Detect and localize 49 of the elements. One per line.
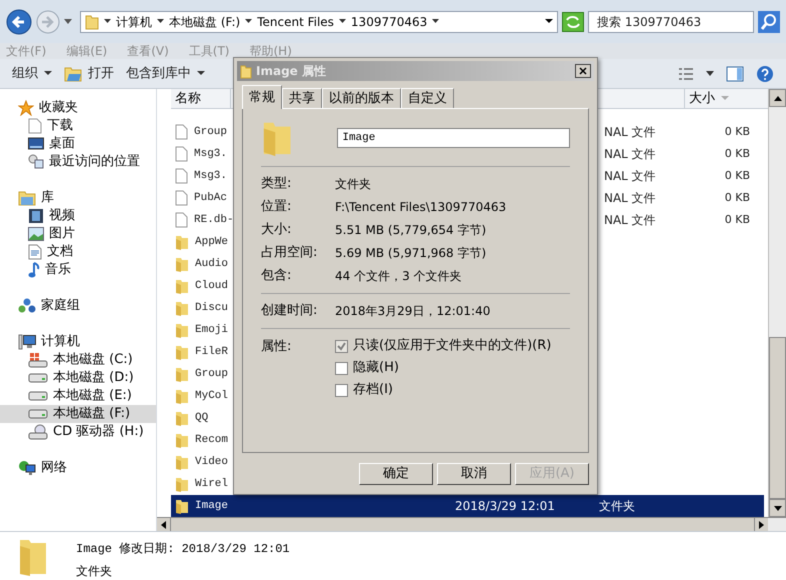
checkbox-label: 只读(仅应用于文件夹中的文件)(R) [353, 337, 552, 356]
file-name: FileR [195, 344, 230, 360]
file-type: NAL 文件 [604, 124, 657, 141]
file-date: 2018/3/29 12:01 [455, 498, 556, 515]
file-type: 文件夹 [599, 498, 636, 515]
file-name: PubAc [194, 190, 228, 206]
property-label: 占用空间: [261, 244, 318, 262]
checkbox-label: 隐藏(H) [353, 359, 399, 378]
file-size: 0 KB [724, 190, 750, 206]
file-name: Recom [195, 432, 230, 448]
property-label: 大小: [261, 221, 292, 240]
property-value: 5.51 MB (5,779,654 字节) [335, 222, 486, 239]
checkbox-label: 存档(I) [353, 381, 393, 400]
file-type: NAL 文件 [604, 168, 657, 185]
file-type: NAL 文件 [604, 212, 657, 229]
property-label: 属性: [261, 338, 292, 355]
file-name: MyCol [195, 388, 230, 404]
file-name: Group [194, 124, 228, 140]
property-value: 文件夹 [335, 176, 371, 193]
file-name: Cloud [195, 278, 230, 294]
property-value: 5.69 MB (5,971,968 字节) [335, 245, 486, 262]
property-label: 包含: [261, 267, 292, 286]
file-size: 0 KB [724, 146, 750, 162]
file-type: NAL 文件 [604, 146, 657, 163]
file-type: NAL 文件 [604, 190, 657, 207]
file-size: 0 KB [724, 212, 750, 228]
file-name: Discu [195, 300, 230, 316]
file-name: Image [195, 498, 230, 514]
file-name: Msg3. [194, 146, 228, 162]
file-name: Msg3. [194, 168, 228, 184]
details-subtitle: 文件夹 [76, 563, 113, 580]
property-value: 44 个文件，3 个文件夹 [335, 268, 462, 285]
file-size: 0 KB [724, 168, 750, 184]
details-title: Image 修改日期: 2018/3/29 12:01 [76, 541, 290, 558]
property-value: 2018年3月29日，12:01:40 [335, 303, 490, 320]
property-label: 创建时间: [261, 302, 318, 320]
file-name: Video [195, 454, 230, 470]
dialog-title: Image 属性 [256, 63, 327, 80]
file-name: AppWe [195, 234, 230, 250]
file-name: RE.db- [194, 212, 230, 228]
file-size: 0 KB [724, 124, 750, 140]
property-label: 类型: [261, 175, 292, 194]
file-name: Audio [195, 256, 230, 272]
property-label: 位置: [261, 198, 292, 216]
file-name: Group [195, 366, 230, 382]
file-name: Emoji [195, 322, 230, 338]
property-value: F:\Tencent Files\1309770463 [335, 199, 506, 216]
file-name: QQ [195, 410, 210, 426]
file-name: Wirel [195, 476, 230, 492]
